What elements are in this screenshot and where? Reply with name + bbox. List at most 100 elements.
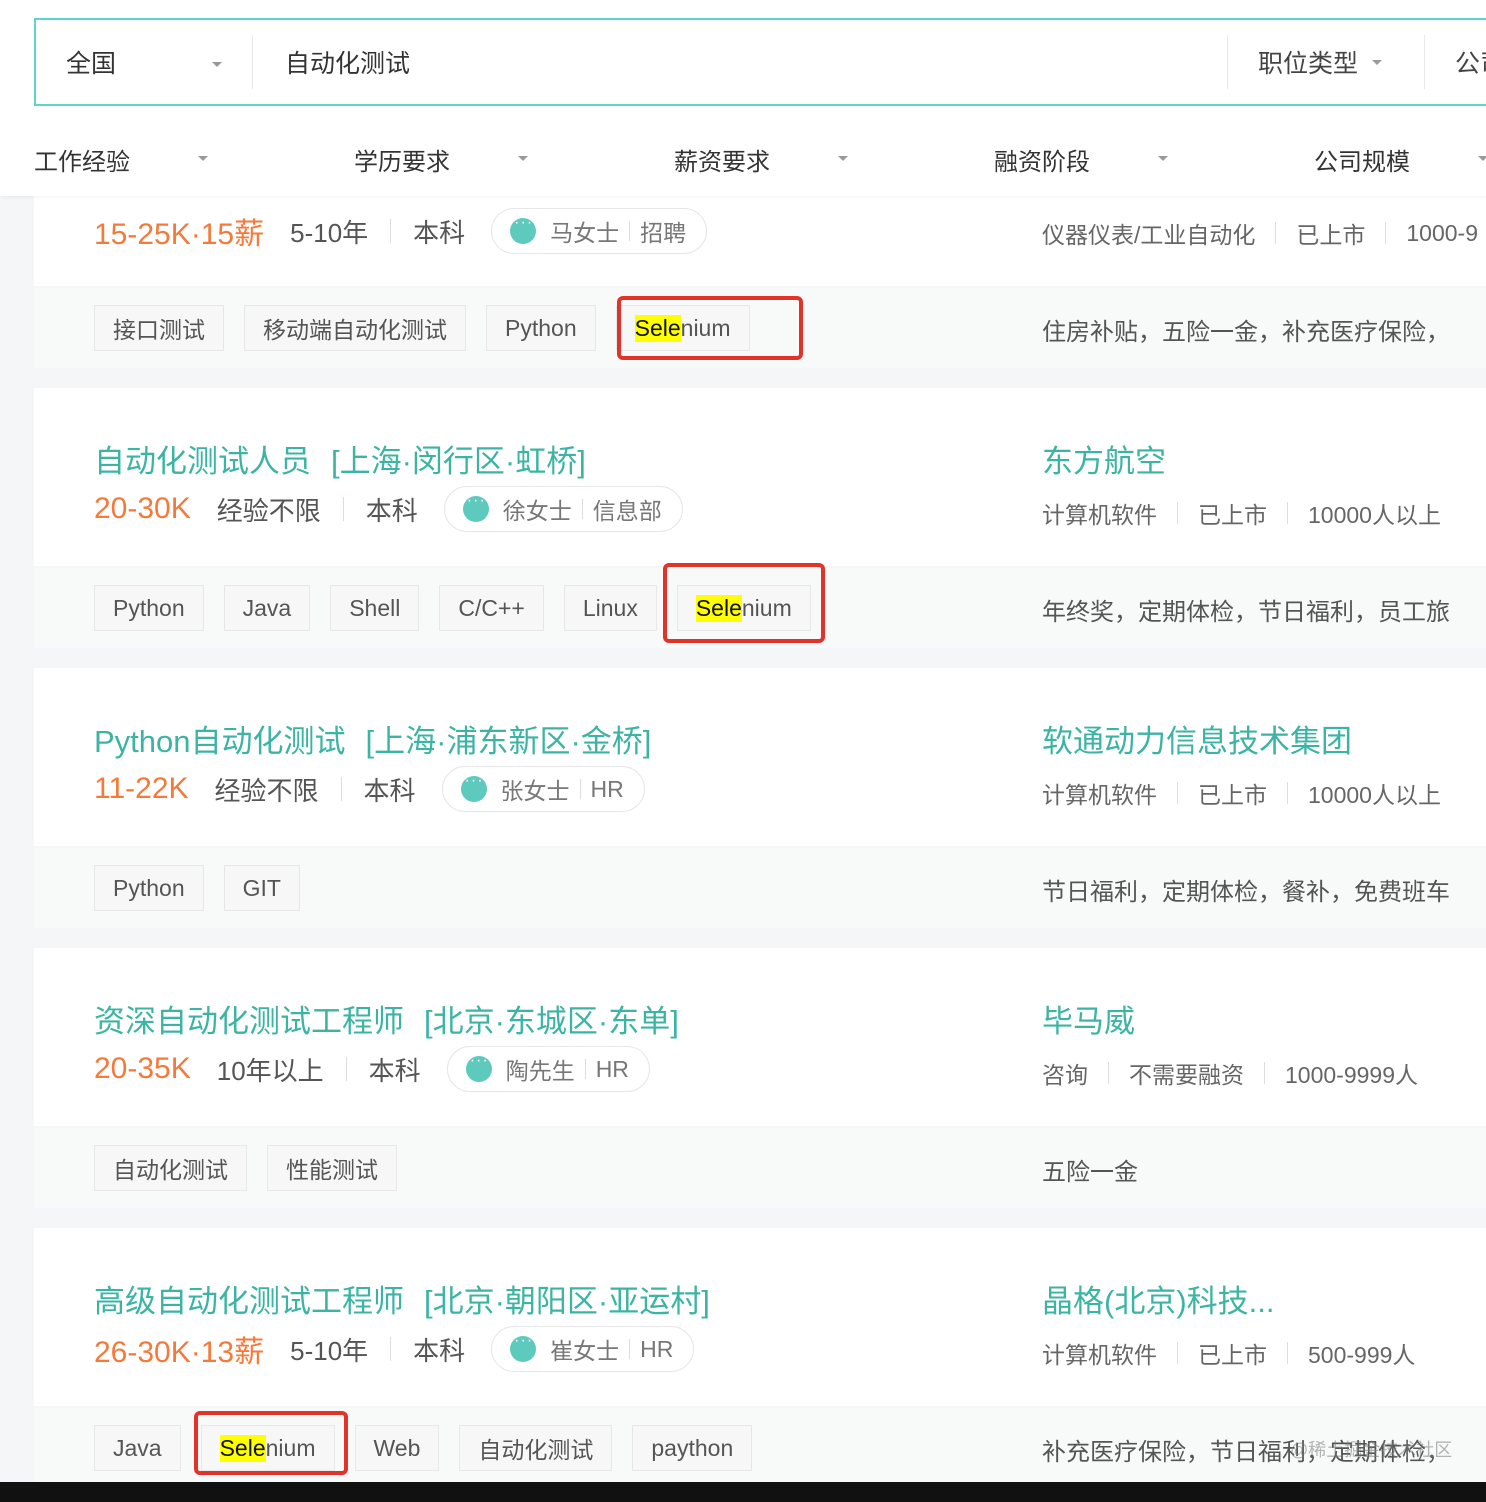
job-meta: 11-22K 经验不限 本科 张女士 HR: [94, 766, 645, 812]
tag-list: Python GIT: [94, 865, 320, 911]
skill-tag[interactable]: Python: [486, 305, 596, 351]
filter-label: 融资阶段: [994, 149, 1090, 176]
hr-name: 徐女士: [502, 498, 572, 524]
company-name[interactable]: 东方航空: [1042, 436, 1166, 481]
chat-icon: [465, 1052, 492, 1082]
annotation-box: [663, 563, 825, 643]
divider: [345, 1057, 347, 1081]
skill-tag[interactable]: Linux: [563, 585, 657, 631]
divider: [629, 1339, 631, 1359]
job-title[interactable]: 自动化测试人员 [上海·闵行区·虹桥]: [94, 436, 586, 481]
job-location: [上海·浦东新区·金桥]: [365, 724, 652, 759]
job-title[interactable]: Python自动化测试 [上海·浦东新区·金桥]: [94, 716, 651, 761]
company-name[interactable]: 毕马威: [1042, 996, 1135, 1041]
hr-chat-button[interactable]: 张女士 HR: [441, 766, 645, 812]
chevron-down-icon: [518, 156, 528, 161]
skill-tag[interactable]: paython: [632, 1425, 753, 1471]
divider: [1385, 222, 1387, 244]
company-size: 10000人以上: [1308, 782, 1441, 808]
skill-tag[interactable]: 移动端自动化测试: [244, 305, 466, 351]
job-experience: 经验不限: [216, 495, 321, 526]
job-card[interactable]: 15-25K·15薪 5-10年 本科 马女士 招聘 仪器仪表/工业自动化 已上…: [34, 196, 1486, 286]
job-title-text: 自动化测试人员: [94, 444, 311, 479]
company-size: 1000-9: [1406, 219, 1479, 246]
tag-list: 自动化测试 性能测试: [94, 1145, 417, 1191]
job-benefits: 住房补贴，五险一金，补充医疗保险，: [1042, 319, 1450, 346]
job-card[interactable]: 资深自动化测试工程师 [北京·东城区·东单] 20-35K 10年以上 本科 陶先…: [34, 948, 1486, 1126]
chevron-down-icon: [198, 156, 208, 161]
job-meta: 26-30K·13薪 5-10年 本科 崔女士 HR: [94, 1326, 695, 1372]
job-title[interactable]: 高级自动化测试工程师 [北京·朝阳区·亚运村]: [94, 1276, 710, 1321]
filter-education[interactable]: 学历要求: [354, 142, 528, 177]
job-benefits: 五险一金: [1042, 1159, 1138, 1186]
company-size: 500-999人: [1308, 1342, 1416, 1368]
skill-tag[interactable]: Java: [223, 585, 311, 631]
search-input[interactable]: 自动化测试: [253, 44, 1227, 80]
skill-tag[interactable]: 性能测试: [267, 1145, 397, 1191]
company-stage: 已上市: [1296, 222, 1366, 248]
hr-chat-button[interactable]: 马女士 招聘: [491, 208, 708, 254]
job-education: 本科: [363, 775, 416, 806]
skill-tag[interactable]: Python: [94, 585, 204, 631]
divider: [579, 779, 581, 799]
annotation-box: [617, 296, 803, 360]
skill-tag[interactable]: C/C++: [439, 585, 544, 631]
company-name[interactable]: 晶格(北京)科技...: [1042, 1276, 1274, 1321]
hr-name: 陶先生: [505, 1058, 575, 1084]
job-tags-row: Python GIT 节日福利，定期体检，餐补，免费班车: [34, 848, 1486, 928]
divider: [342, 497, 344, 521]
job-education: 本科: [413, 1335, 466, 1366]
skill-tag[interactable]: 接口测试: [94, 305, 224, 351]
filter-experience[interactable]: 工作经验: [34, 142, 208, 177]
job-title-text: 资深自动化测试工程师: [94, 1004, 404, 1039]
job-card[interactable]: Python自动化测试 [上海·浦东新区·金桥] 11-22K 经验不限 本科 张…: [34, 668, 1486, 846]
company-stage: 已上市: [1198, 782, 1267, 808]
job-experience: 经验不限: [214, 775, 319, 806]
watermark: @稀土掘金技术社区: [1290, 1440, 1453, 1460]
job-education: 本科: [365, 495, 418, 526]
company-stage: 已上市: [1198, 1342, 1267, 1368]
filter-label: 工作经验: [34, 149, 130, 176]
hr-chat-button[interactable]: 陶先生 HR: [446, 1046, 650, 1092]
filter-company-size[interactable]: 公司规模: [1314, 142, 1486, 177]
filter-salary[interactable]: 薪资要求: [674, 142, 848, 177]
skill-tag[interactable]: Web: [354, 1425, 440, 1471]
skill-tag[interactable]: GIT: [223, 865, 300, 911]
company-info: 计算机软件 已上市 10000人以上: [1042, 496, 1441, 530]
skill-tag[interactable]: Shell: [330, 585, 420, 631]
skill-tag[interactable]: Python: [94, 865, 204, 911]
chevron-down-icon: [1158, 156, 1168, 161]
job-education: 本科: [413, 217, 466, 248]
skill-tag[interactable]: Java: [94, 1425, 181, 1471]
hr-chat-button[interactable]: 徐女士 信息部: [443, 486, 683, 532]
company-size: 1000-9999人: [1285, 1062, 1418, 1088]
skill-tag[interactable]: 自动化测试: [94, 1145, 247, 1191]
company-select[interactable]: 公司: [1425, 44, 1486, 80]
job-meta: 20-35K 10年以上 本科 陶先生 HR: [94, 1046, 650, 1092]
company-info: 计算机软件 已上市 10000人以上: [1042, 776, 1441, 810]
company-stage: 不需要融资: [1129, 1062, 1244, 1088]
job-benefits: 年终奖，定期体检，节日福利，员工旅: [1042, 599, 1450, 626]
job-experience: 10年以上: [216, 1055, 324, 1086]
divider: [1177, 1342, 1178, 1364]
hr-chat-button[interactable]: 崔女士 HR: [491, 1326, 695, 1372]
city-select[interactable]: 全国: [36, 20, 252, 104]
divider: [390, 219, 392, 243]
job-card[interactable]: 高级自动化测试工程师 [北京·朝阳区·亚运村] 26-30K·13薪 5-10年 …: [34, 1228, 1486, 1406]
job-title[interactable]: 资深自动化测试工程师 [北京·东城区·东单]: [94, 996, 679, 1041]
chat-icon: [510, 1332, 537, 1362]
skill-tag[interactable]: 自动化测试: [459, 1425, 613, 1471]
job-tags-row: 自动化测试 性能测试 五险一金: [34, 1128, 1486, 1208]
job-meta: 20-30K 经验不限 本科 徐女士 信息部: [94, 486, 683, 532]
filter-label: 公司规模: [1314, 149, 1410, 176]
company-industry: 咨询: [1042, 1062, 1088, 1088]
job-education: 本科: [368, 1055, 421, 1086]
job-title-text: 高级自动化测试工程师: [94, 1284, 404, 1319]
job-type-select[interactable]: 职位类型: [1228, 44, 1424, 80]
job-card[interactable]: 自动化测试人员 [上海·闵行区·虹桥] 20-30K 经验不限 本科 徐女士 信息…: [34, 388, 1486, 566]
hr-role: HR: [640, 1335, 674, 1362]
company-industry: 计算机软件: [1042, 782, 1157, 808]
company-name[interactable]: 软通动力信息技术集团: [1042, 716, 1352, 761]
chat-icon: [510, 214, 537, 244]
filter-funding[interactable]: 融资阶段: [994, 142, 1168, 177]
